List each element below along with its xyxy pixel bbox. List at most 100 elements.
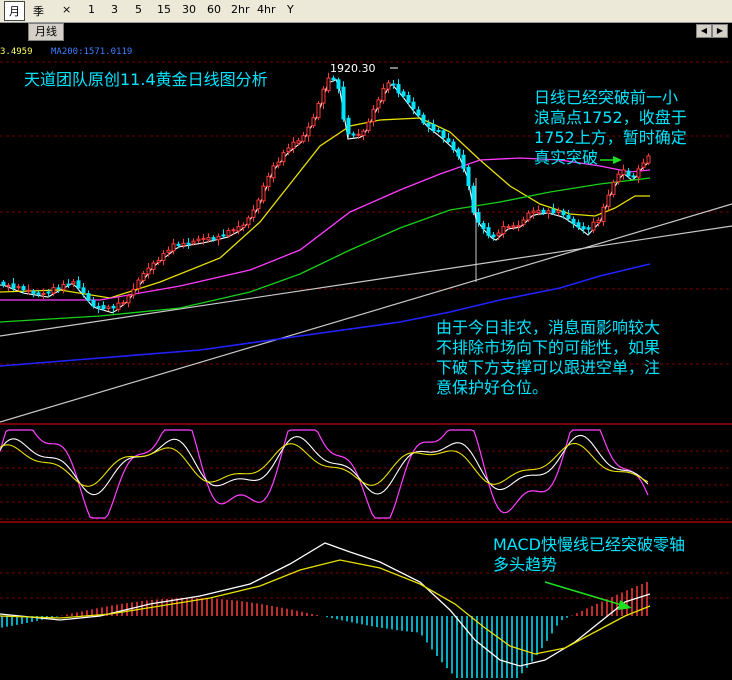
candle-body [391, 83, 396, 86]
candle-body [551, 208, 556, 214]
candle-body [366, 121, 371, 131]
ma-long-line [0, 157, 651, 301]
candle-body [556, 210, 561, 213]
candle-body [216, 235, 221, 241]
candle-body [161, 253, 166, 261]
candle-body [306, 126, 311, 137]
candle-body [126, 295, 131, 304]
breakout-line-4: 真实突破 [534, 148, 599, 167]
candle-body [581, 226, 586, 230]
candle-body [146, 267, 151, 275]
candle-body [86, 293, 91, 301]
risk-line-4: 意保护好仓位。 [436, 378, 549, 397]
candle-body [271, 165, 276, 179]
candle-body [611, 181, 616, 195]
candle-body [436, 130, 441, 133]
candle-body [476, 212, 481, 223]
candle-body [616, 173, 621, 183]
macd-line-2: 多头趋势 [493, 555, 558, 574]
candle-body [576, 222, 581, 228]
candle-body [536, 209, 541, 214]
candle-body [516, 225, 521, 228]
candle-body [201, 237, 206, 240]
candle-body [276, 161, 281, 166]
candle-body [221, 234, 226, 237]
macd-arrow-shaft [544, 581, 626, 607]
candle-body [561, 210, 566, 216]
candle-body [591, 221, 596, 231]
candle-body [51, 287, 56, 294]
candle-body [11, 283, 16, 289]
candle-body [231, 229, 236, 232]
kdj-panel [0, 429, 649, 519]
candle-body [31, 290, 36, 294]
peak-label: 1920.30 [330, 62, 376, 75]
ma200-legend: MA200:1571.0119 [51, 47, 132, 57]
candle-body [26, 289, 31, 292]
candle-body [261, 185, 266, 202]
candle-body [131, 288, 136, 296]
candle-body [531, 210, 536, 214]
candle-body [546, 210, 551, 214]
candle-body [96, 305, 101, 308]
candle-body [606, 194, 611, 207]
candle-body [381, 88, 386, 102]
candle-body [621, 169, 626, 175]
candle-body [56, 287, 61, 290]
kdj-d-line [0, 442, 649, 487]
candle-body [501, 225, 506, 235]
risk-line-3: 下破下方支撑可以跟进空单，注 [436, 358, 661, 377]
candle-body [371, 108, 376, 123]
candle-body [206, 237, 211, 241]
candle-body [141, 272, 146, 281]
candle-body [61, 284, 66, 290]
candle-body [486, 227, 491, 236]
candle-body [111, 305, 116, 309]
candle-body [196, 238, 201, 242]
candle-body [491, 234, 496, 238]
candle-body [151, 262, 156, 270]
risk-note: 由于今日非农，消息面影响较大 不排除市场向下的可能性，如果 下破下方支撑可以跟进… [436, 318, 660, 398]
candle-body [281, 152, 286, 163]
candle-body [411, 101, 416, 110]
chart-title: 天道团队原创11.4黄金日线图分析 [24, 70, 268, 89]
candle-body [361, 130, 366, 136]
candle-body [241, 224, 246, 228]
candle-body [466, 166, 471, 186]
candle-body [336, 79, 341, 89]
breakout-note: 日线已经突破前一小 浪高点1752，收盘于 1752上方，暂时确定 真实突破 [534, 88, 687, 168]
candle-body [421, 114, 426, 124]
candle-body [526, 212, 531, 221]
candle-body [106, 306, 111, 309]
candle-body [1, 281, 6, 286]
candle-body [166, 249, 171, 253]
candle-body [71, 281, 76, 285]
candle-body [171, 243, 176, 252]
candle-body [311, 117, 316, 127]
candle-body [631, 175, 636, 178]
candle-body [16, 286, 21, 289]
breakout-line-2: 浪高点1752，收盘于 [534, 108, 687, 127]
candle-body [636, 168, 641, 178]
candle-body [496, 232, 501, 237]
candle-body [601, 206, 606, 222]
candle-body [386, 82, 391, 90]
candle-body [416, 109, 421, 116]
candle-body [511, 225, 516, 228]
candle-body [586, 227, 591, 230]
breakout-line-1: 日线已经突破前一小 [534, 88, 679, 107]
candle-body [456, 148, 461, 157]
candle-body [236, 226, 241, 232]
candle-body [406, 95, 411, 103]
candle-body [521, 219, 526, 225]
candle-body [6, 284, 11, 287]
kdj-j-line [0, 429, 649, 519]
candle-body [136, 279, 141, 289]
candle-body [186, 242, 191, 245]
candle-body [316, 103, 321, 119]
candle-body [246, 217, 251, 226]
candle-body [256, 199, 261, 210]
candle-body [541, 209, 546, 214]
candle-body [326, 77, 331, 92]
candle-body [226, 230, 231, 237]
